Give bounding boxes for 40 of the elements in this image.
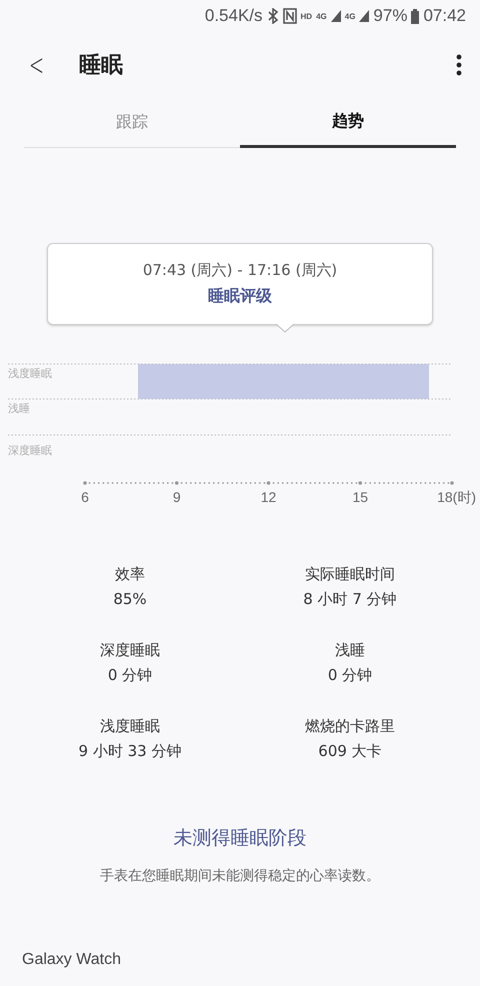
axis-tick-label: 18(时) — [437, 489, 476, 505]
stat-value: 609 大卡 — [318, 742, 382, 761]
stat-label: 浅睡 — [335, 641, 365, 660]
stat-label: 实际睡眠时间 — [305, 565, 395, 584]
device-name: Galaxy Watch — [22, 951, 122, 969]
axis-tick-label: 15 — [352, 489, 368, 505]
axis-tick-label: 12 — [260, 489, 276, 505]
stat-label: 燃烧的卡路里 — [305, 717, 395, 736]
stat-label: 浅度睡眠 — [100, 717, 160, 736]
notice-text: 手表在您睡眠期间未能测得稳定的心率读数。 — [100, 867, 380, 885]
bluetooth-icon — [266, 8, 279, 24]
stat-value: 8 小时 7 分钟 — [303, 590, 397, 609]
axis-tick-label: 6 — [81, 489, 89, 505]
battery-icon — [411, 8, 420, 24]
page-title: 睡眠 — [79, 52, 124, 80]
stat-label: 效率 — [115, 565, 145, 584]
more-options-icon[interactable] — [456, 54, 462, 76]
stat-label: 深度睡眠 — [100, 641, 160, 660]
axis-label: 深度睡眠 — [8, 444, 52, 457]
clock: 07:42 — [423, 6, 466, 26]
stat-value: 9 小时 33 分钟 — [78, 742, 182, 761]
stat-value: 0 分钟 — [328, 666, 372, 685]
axis-label: 浅睡 — [8, 402, 30, 415]
signal-icon — [330, 10, 341, 22]
network-type: 4G — [344, 12, 356, 20]
tab[interactable]: 趋势 — [240, 98, 456, 148]
network-type: 4G — [316, 12, 327, 20]
hd-indicator: HD — [300, 12, 312, 20]
tooltip-title: 睡眠评级 — [208, 286, 272, 307]
battery-percent: 97% — [373, 6, 408, 26]
time-range: 07:43 (周六) - 17:16 (周六) — [142, 261, 338, 280]
nfc-icon — [282, 8, 297, 24]
signal-icon — [359, 10, 370, 22]
network-speed: 0.54K/s — [204, 6, 263, 26]
stat-value: 0 分钟 — [108, 666, 152, 685]
stat-value: 85% — [113, 590, 147, 608]
back-button[interactable]: < — [26, 48, 47, 82]
notice-title: 未测得睡眠阶段 — [174, 826, 306, 851]
axis-tick-label: 9 — [172, 489, 181, 505]
axis-label: 浅度睡眠 — [8, 367, 52, 380]
